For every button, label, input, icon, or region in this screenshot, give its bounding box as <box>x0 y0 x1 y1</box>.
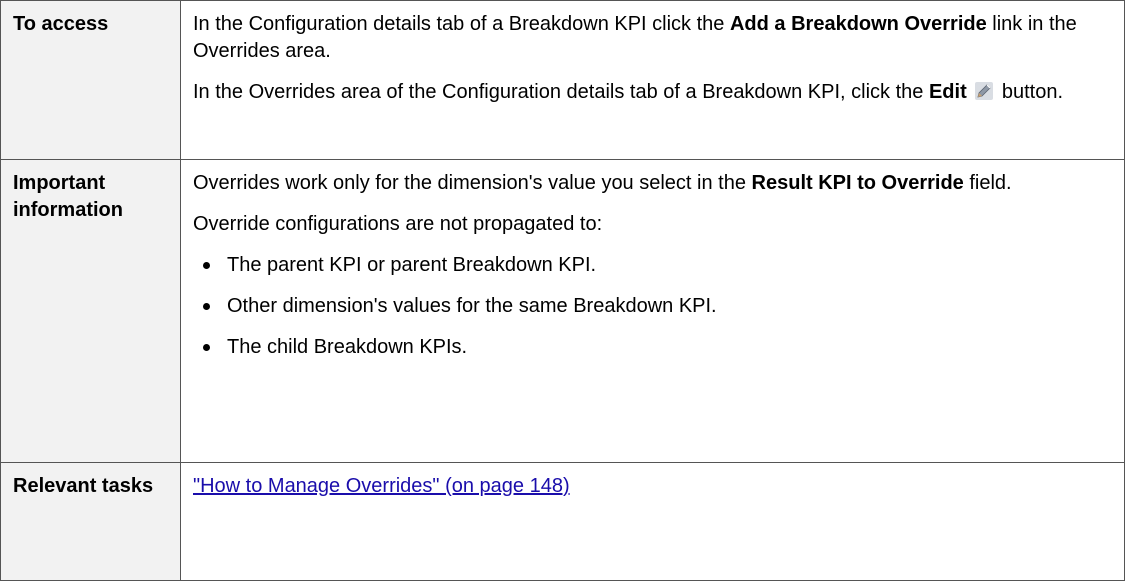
list-item: Other dimension's values for the same Br… <box>193 293 1116 320</box>
row-label: Relevant tasks <box>0 462 181 581</box>
row-content: Overrides work only for the dimension's … <box>180 159 1125 463</box>
row-content: In the Configuration details tab of a Br… <box>180 0 1125 160</box>
table-row-relevant-tasks: Relevant tasks "How to Manage Overrides"… <box>0 462 1125 581</box>
paragraph: In the Configuration details tab of a Br… <box>193 11 1116 65</box>
text: button. <box>996 81 1064 103</box>
table-row-to-access: To access In the Configuration details t… <box>0 0 1125 160</box>
text: Overrides work only for the dimension's … <box>193 172 752 194</box>
list-item: The child Breakdown KPIs. <box>193 334 1116 361</box>
ui-term: Add a Breakdown Override <box>729 13 987 35</box>
row-content: "How to Manage Overrides" (on page 148) <box>180 462 1125 581</box>
list-item-text: Other dimension's values for the same Br… <box>227 295 717 317</box>
list-item-text: The child Breakdown KPIs. <box>227 336 468 358</box>
pencil-edit-icon <box>974 81 994 101</box>
bullet-icon <box>203 303 210 310</box>
info-table: To access In the Configuration details t… <box>0 0 1125 581</box>
bullet-icon <box>203 344 210 351</box>
text: field. <box>963 172 1012 194</box>
row-label: To access <box>0 0 181 160</box>
table-row-important-information: Important information Overrides work onl… <box>0 159 1125 463</box>
text: In the Configuration details tab of a Br… <box>193 13 730 35</box>
how-to-manage-overrides-link[interactable]: "How to Manage Overrides" (on page 148) <box>193 475 570 497</box>
text: In the Overrides area of the Configurati… <box>193 81 929 103</box>
bullet-list: The parent KPI or parent Breakdown KPI. … <box>193 252 1116 361</box>
paragraph: Override configurations are not propagat… <box>193 213 603 235</box>
bullet-icon <box>203 262 210 269</box>
ui-term: Result KPI to Override <box>751 172 964 194</box>
list-item-text: The parent KPI or parent Breakdown KPI. <box>227 254 597 276</box>
ui-term: Edit <box>928 81 967 103</box>
paragraph: Overrides work only for the dimension's … <box>193 170 1116 197</box>
paragraph: In the Overrides area of the Configurati… <box>193 79 1116 106</box>
list-item: The parent KPI or parent Breakdown KPI. <box>193 252 1116 279</box>
row-label: Important information <box>0 159 181 463</box>
